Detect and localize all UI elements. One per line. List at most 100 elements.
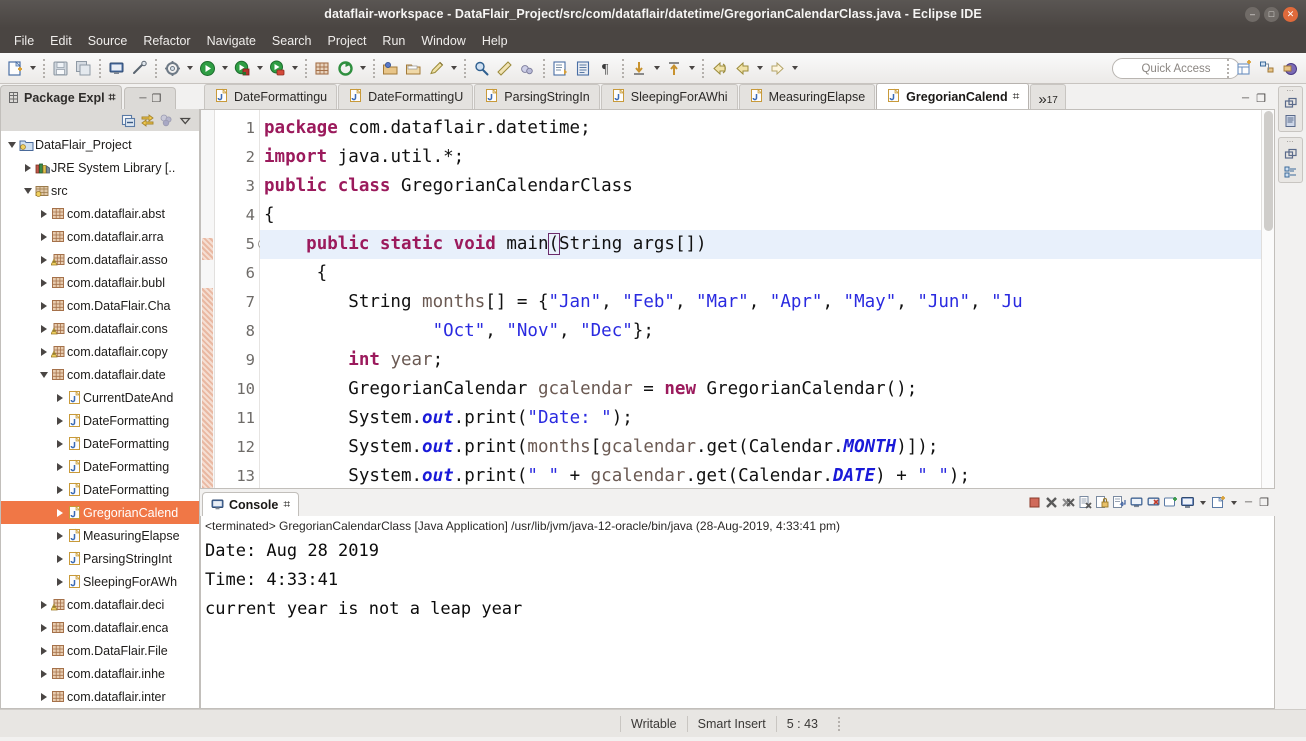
- next-edit-dropdown[interactable]: [651, 58, 662, 79]
- save-all-icon[interactable]: [73, 58, 94, 79]
- code-line[interactable]: System.out.print("Date: ");: [260, 404, 1274, 433]
- package-explorer-tree[interactable]: DataFlair_Project JRE System Library [.. s…: [0, 131, 200, 709]
- code-line[interactable]: import java.util.*;: [260, 143, 1274, 172]
- back-icon[interactable]: [709, 58, 730, 79]
- tree-node[interactable]: DataFlair_Project: [1, 133, 199, 156]
- debug-dropdown[interactable]: [254, 58, 265, 79]
- tree-node[interactable]: JRE System Library [..: [1, 156, 199, 179]
- code-line[interactable]: GregorianCalendar gcalendar = new Gregor…: [260, 375, 1274, 404]
- previous-edit-dropdown[interactable]: [686, 58, 697, 79]
- back-dropdown[interactable]: [754, 58, 765, 79]
- chevron-down-icon[interactable]: [37, 372, 50, 378]
- restore-icon[interactable]: [1284, 97, 1298, 111]
- chevron-right-icon[interactable]: [37, 210, 50, 218]
- display-selected-console-dropdown[interactable]: [1197, 492, 1208, 513]
- java-ee-perspective-icon[interactable]: [1280, 58, 1301, 79]
- open-perspective-icon[interactable]: [1234, 58, 1255, 79]
- tree-node[interactable]: com.dataflair.bubl: [1, 271, 199, 294]
- code-line[interactable]: {: [260, 259, 1274, 288]
- tree-node[interactable]: DateFormatting: [1, 455, 199, 478]
- chevron-right-icon[interactable]: [37, 601, 50, 609]
- code-line[interactable]: public static void main(String args[]): [260, 230, 1274, 259]
- close-icon[interactable]: ⌗: [109, 90, 116, 105]
- tree-node[interactable]: ParsingStringInt: [1, 547, 199, 570]
- menu-item-run[interactable]: Run: [374, 32, 413, 50]
- next-annotation-icon[interactable]: [550, 58, 571, 79]
- java-editor[interactable]: 1234567891011121314 package com.dataflai…: [200, 110, 1275, 489]
- view-menu-icon[interactable]: [178, 113, 193, 128]
- menu-item-edit[interactable]: Edit: [42, 32, 80, 50]
- tree-node[interactable]: DateFormatting: [1, 432, 199, 455]
- tree-node[interactable]: com.dataflair.enca: [1, 616, 199, 639]
- chevron-right-icon[interactable]: [37, 670, 50, 678]
- editor-tab-measuringelapse[interactable]: MeasuringElapse: [738, 84, 876, 109]
- maximize-console-button[interactable]: ❐: [1257, 496, 1271, 509]
- chevron-right-icon[interactable]: [53, 555, 66, 563]
- chevron-down-icon[interactable]: [5, 142, 18, 148]
- new-class-dropdown[interactable]: [357, 58, 368, 79]
- new-class-icon[interactable]: [335, 58, 356, 79]
- toggle-marker-icon[interactable]: [517, 58, 538, 79]
- more-editor-tabs-button[interactable]: » 17: [1030, 84, 1066, 109]
- tree-node[interactable]: DateFormatting: [1, 478, 199, 501]
- chevron-right-icon[interactable]: [37, 693, 50, 701]
- close-icon[interactable]: ⌗: [1013, 89, 1020, 104]
- minimize-button[interactable]: –: [1245, 7, 1260, 22]
- code-line[interactable]: System.out.print(months[gcalendar.get(Ca…: [260, 433, 1274, 462]
- chevron-right-icon[interactable]: [53, 417, 66, 425]
- chevron-right-icon[interactable]: [53, 463, 66, 471]
- chevron-right-icon[interactable]: [53, 486, 66, 494]
- new-java-project-icon[interactable]: [312, 58, 333, 79]
- minimized-console-stack[interactable]: ⋯: [1278, 86, 1303, 132]
- pilcrow-icon[interactable]: ¶: [596, 58, 617, 79]
- debug-icon[interactable]: [232, 58, 253, 79]
- code-line[interactable]: {: [260, 201, 1274, 230]
- menu-item-project[interactable]: Project: [320, 32, 375, 50]
- tree-node[interactable]: com.dataflair.inhe: [1, 662, 199, 685]
- menu-item-window[interactable]: Window: [413, 32, 473, 50]
- chevron-right-icon[interactable]: [37, 624, 50, 632]
- restore-icon[interactable]: [1284, 148, 1298, 162]
- status-resize-grip[interactable]: [837, 716, 840, 731]
- minimized-outline-stack[interactable]: ⋯: [1278, 137, 1303, 183]
- chevron-right-icon[interactable]: [37, 279, 50, 287]
- quick-access-input[interactable]: Quick Access: [1112, 58, 1240, 79]
- menu-item-navigate[interactable]: Navigate: [199, 32, 264, 50]
- chevron-down-icon[interactable]: [21, 188, 34, 194]
- terminate-icon[interactable]: [1027, 495, 1042, 510]
- code-area[interactable]: package com.dataflair.datetime; import ja…: [260, 110, 1274, 488]
- code-line[interactable]: public class GregorianCalendarClass: [260, 172, 1274, 201]
- open-console-icon[interactable]: [1211, 495, 1226, 510]
- previous-annotation-icon[interactable]: [573, 58, 594, 79]
- run-dropdown[interactable]: [219, 58, 230, 79]
- edit-icon[interactable]: [426, 58, 447, 79]
- skip-breakpoints-icon[interactable]: [494, 58, 515, 79]
- display-selected-console-icon[interactable]: [1180, 495, 1195, 510]
- open-type-icon[interactable]: [380, 58, 401, 79]
- chevron-right-icon[interactable]: [53, 532, 66, 540]
- editor-vertical-scrollbar[interactable]: [1261, 110, 1274, 488]
- maximize-editor-button[interactable]: ❐: [1256, 92, 1266, 105]
- menu-item-refactor[interactable]: Refactor: [135, 32, 198, 50]
- minimize-editor-button[interactable]: ─: [1242, 93, 1249, 104]
- tree-node[interactable]: com.dataflair.arra: [1, 225, 199, 248]
- tree-node[interactable]: SleepingForAWh: [1, 570, 199, 593]
- edit-dropdown[interactable]: [448, 58, 459, 79]
- editor-tab-sleepingforawhi[interactable]: SleepingForAWhi: [600, 84, 738, 109]
- coverage-dropdown[interactable]: [289, 58, 300, 79]
- open-console-dropdown[interactable]: [1228, 492, 1239, 513]
- run-icon[interactable]: [197, 58, 218, 79]
- save-icon[interactable]: [50, 58, 71, 79]
- code-line[interactable]: System.out.print(" " + gcalendar.get(Cal…: [260, 462, 1274, 488]
- editor-tab-dateformattingu[interactable]: DateFormattingu: [204, 84, 338, 109]
- build-icon[interactable]: [162, 58, 183, 79]
- tree-node[interactable]: src: [1, 179, 199, 202]
- chevron-right-icon[interactable]: [37, 302, 50, 310]
- editor-tab-dateformattingu[interactable]: DateFormattingU: [338, 84, 474, 109]
- console-view-icon[interactable]: [106, 58, 127, 79]
- minimize-console-button[interactable]: ─: [1242, 497, 1255, 508]
- console-body[interactable]: <terminated> GregorianCalendarClass [Jav…: [200, 516, 1275, 709]
- maximize-button[interactable]: □: [1264, 7, 1279, 22]
- lock-scroll-icon[interactable]: [1095, 495, 1110, 510]
- view-filters-icon[interactable]: [159, 113, 174, 128]
